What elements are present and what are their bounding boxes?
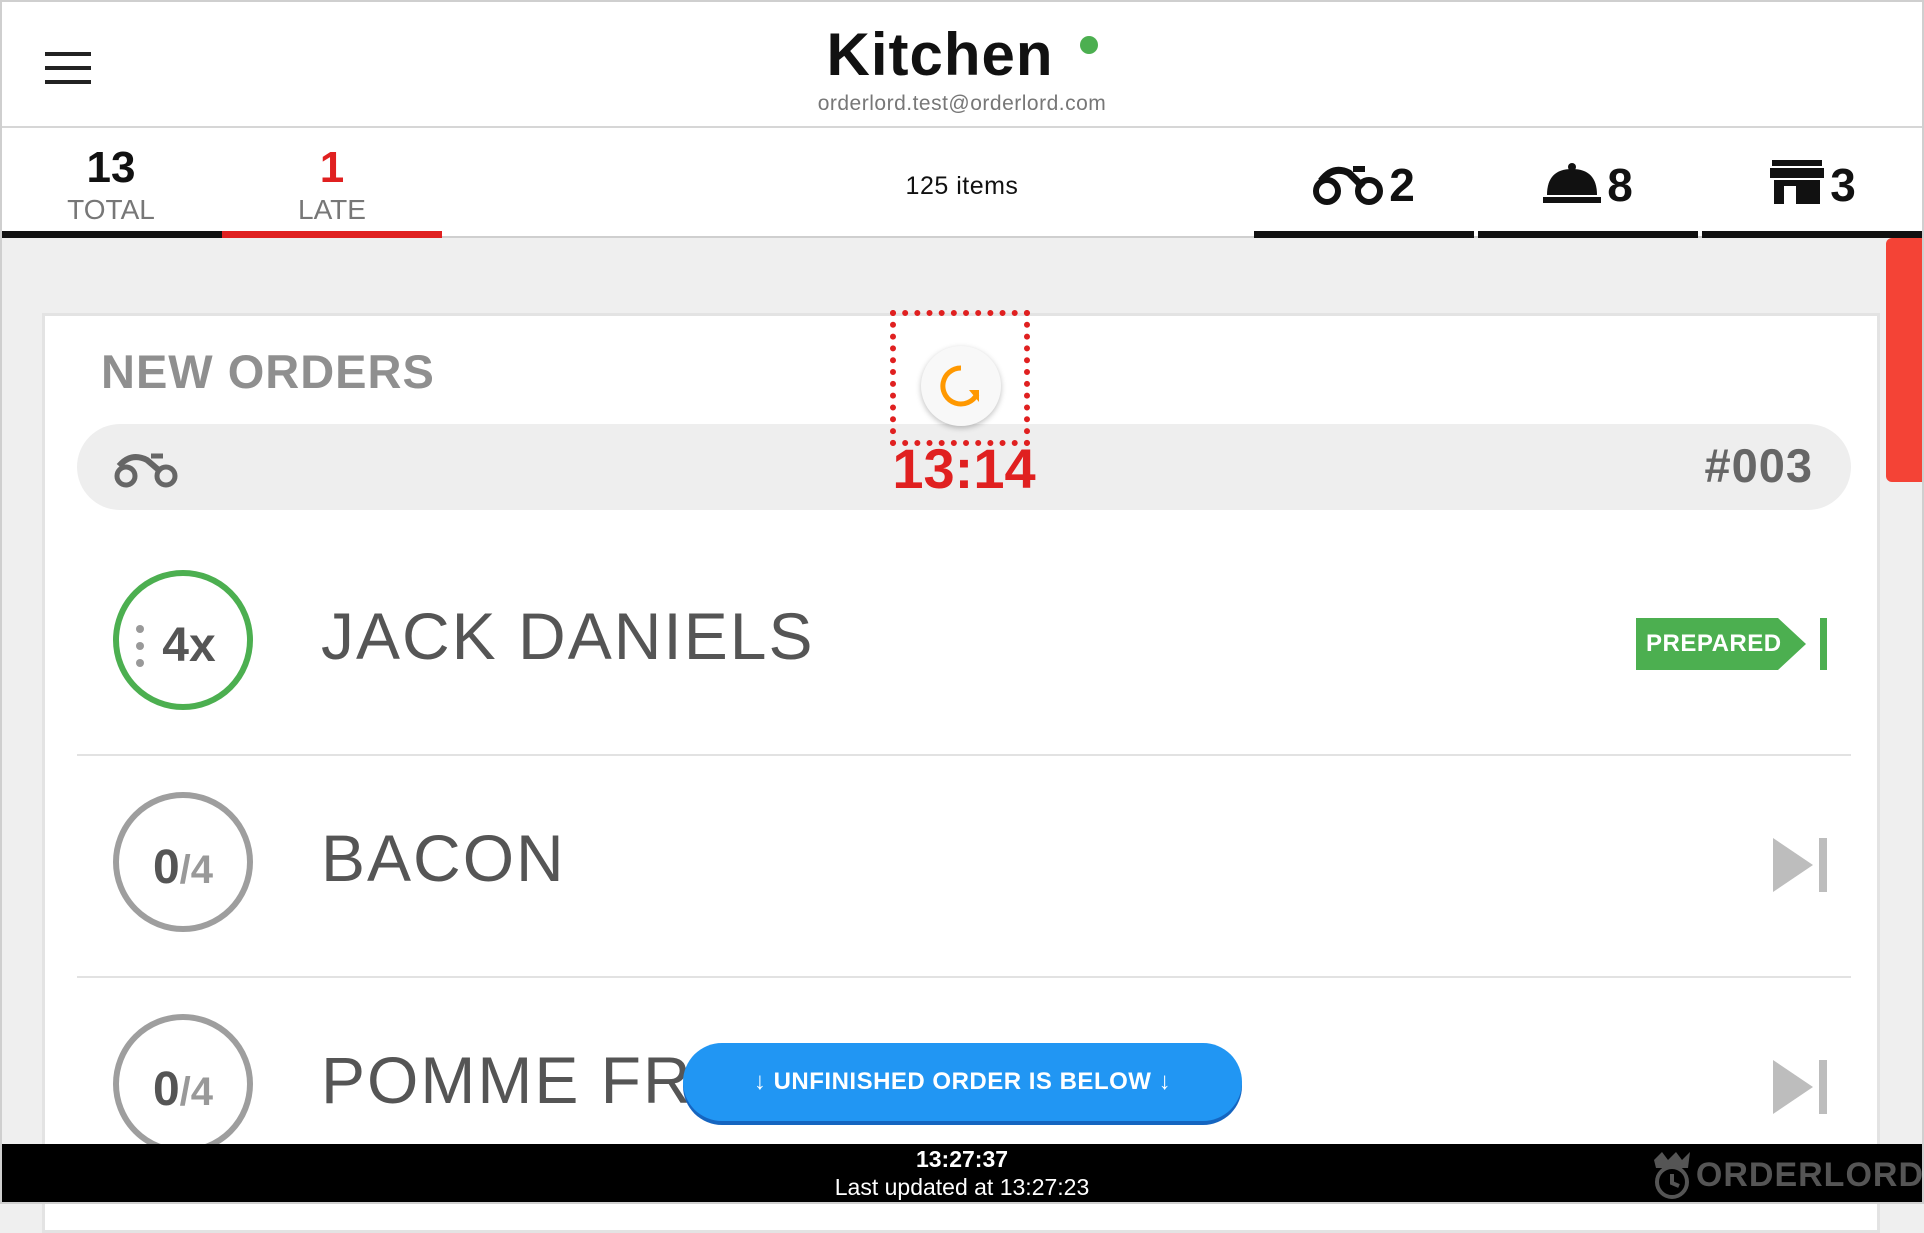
page-title: Kitchen [826,21,1054,88]
store-icon [1770,159,1825,211]
brand-logo: ORDERLORD [1648,1150,1924,1200]
app-header: Kitchen orderlord.test@orderlord.com [0,0,1924,128]
item-quantity-total: /4 [179,1070,214,1114]
tab-dine-in[interactable]: 8 [1478,128,1698,238]
dine-in-count: 8 [1607,159,1633,211]
quantity-ring: 4x [113,570,253,710]
section-title: NEW ORDERS [101,345,435,398]
drag-handle-icon[interactable] [135,624,145,673]
scooter-icon [1313,161,1384,210]
skip-forward-icon[interactable] [1773,1060,1829,1119]
tab-delivery[interactable]: 2 [1254,128,1474,238]
filter-tabbar: 13 TOTAL 1 LATE 125 items 2 8 3 [0,128,1924,238]
quantity-ring: 0/4 [113,1014,253,1154]
item-quantity-done: 0 [152,1063,180,1116]
scrollbar-thumb[interactable] [1886,238,1924,482]
prepared-label: PREPARED [1646,630,1782,657]
pickup-count: 3 [1830,159,1856,211]
footer-clock: 13:27:37 [915,1146,1009,1172]
prepared-bar [1820,618,1827,670]
tab-pickup-underline [1702,231,1924,238]
item-name: JACK DANIELS [321,599,815,673]
tab-dine-in-underline [1478,231,1698,238]
title-wrap: Kitchen [0,20,1924,89]
prepared-button[interactable]: PREPARED [1636,618,1827,670]
item-quantity-total: /4 [179,848,214,892]
tab-late-underline [222,231,442,238]
highlight-box [890,310,1030,446]
user-email: orderlord.test@orderlord.com [817,92,1107,115]
skip-forward-icon[interactable] [1773,838,1829,897]
crown-clock-icon [1653,1152,1690,1199]
order-item-row[interactable]: 0/4 BACON [77,756,1851,978]
brand-name: ORDERLORD [1695,1155,1924,1194]
quantity-ring: 0/4 [113,792,253,932]
order-number: #003 [1704,439,1813,492]
last-updated: Last updated at 13:27:23 [834,1174,1090,1200]
footer: 13:27:37 Last updated at 13:27:23 ORDERL… [0,1144,1924,1204]
tab-total-underline [0,231,222,238]
delivery-count: 2 [1389,159,1415,211]
online-status-dot [1079,35,1098,54]
unfinished-order-button[interactable]: ↓ UNFINISHED ORDER IS BELOW ↓ [683,1043,1242,1121]
item-quantity: 4x [162,619,216,672]
cloche-icon [1543,161,1602,210]
tab-delivery-underline [1254,231,1474,238]
tab-pickup[interactable]: 3 [1702,128,1924,238]
order-item-row[interactable]: 4x JACK DANIELS PREPARED [77,534,1851,756]
item-name: BACON [321,821,566,895]
item-quantity-done: 0 [152,841,180,894]
